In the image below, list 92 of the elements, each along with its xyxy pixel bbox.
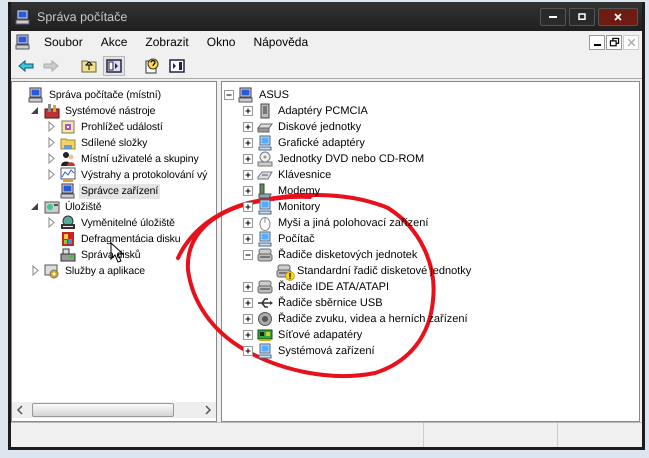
expand-icon[interactable] bbox=[241, 151, 255, 167]
expand-icon[interactable] bbox=[241, 183, 255, 199]
horizontal-scrollbar[interactable] bbox=[12, 402, 216, 418]
mouse-icon bbox=[257, 215, 273, 231]
collapse-icon[interactable] bbox=[241, 247, 255, 263]
tree-item[interactable]: Vyměnitelné úložiště bbox=[79, 216, 177, 230]
tree-item[interactable]: Místní uživatelé a skupiny bbox=[79, 152, 201, 166]
menu-item[interactable]: Soubor bbox=[35, 35, 92, 49]
collapse-icon[interactable] bbox=[222, 87, 236, 103]
back-arrow-icon bbox=[18, 58, 34, 74]
tree-item[interactable]: Správce zařízení bbox=[79, 184, 160, 198]
expand-icon[interactable] bbox=[241, 327, 255, 343]
computer-icon bbox=[28, 87, 44, 103]
expand-icon[interactable] bbox=[241, 103, 255, 119]
close-icon bbox=[624, 36, 638, 48]
expand-icon[interactable] bbox=[241, 279, 255, 295]
app-icon bbox=[15, 8, 31, 24]
tree-item[interactable]: Řadiče IDE ATA/ATAPI bbox=[276, 280, 392, 294]
tree-item[interactable]: Výstrahy a protokolování vý bbox=[79, 168, 210, 182]
computer-icon bbox=[238, 87, 254, 103]
expand-icon[interactable] bbox=[241, 167, 255, 183]
defrag-icon bbox=[60, 231, 76, 247]
minimize-button[interactable] bbox=[540, 8, 566, 26]
monitor-icon bbox=[257, 135, 273, 151]
tree-item[interactable]: Řadiče sběrnice USB bbox=[276, 296, 385, 310]
expand-icon[interactable] bbox=[241, 119, 255, 135]
minimize-icon bbox=[549, 16, 557, 18]
phone-icon bbox=[257, 183, 273, 199]
tree-item[interactable]: Služby a aplikace bbox=[63, 264, 148, 278]
restore-button[interactable] bbox=[606, 34, 622, 50]
close-icon bbox=[612, 10, 624, 22]
tree-item[interactable]: Systémová zařízení bbox=[276, 344, 377, 358]
tree-item[interactable]: ASUS bbox=[257, 88, 291, 102]
window-title: Správa počítače bbox=[37, 10, 128, 24]
tree-item[interactable]: Klávesnice bbox=[276, 168, 334, 182]
expand-icon[interactable] bbox=[241, 135, 255, 151]
speaker-icon bbox=[257, 311, 273, 327]
restore-icon bbox=[608, 36, 620, 48]
tree-item[interactable]: Prohlížeč událostí bbox=[79, 120, 165, 134]
controller-icon bbox=[257, 279, 273, 295]
toolbox-icon bbox=[44, 103, 60, 119]
tree-item[interactable]: Řadiče disketových jednotek bbox=[276, 248, 420, 262]
tree-item[interactable]: Počítač bbox=[276, 232, 317, 246]
users-icon bbox=[60, 151, 76, 167]
disk-icon bbox=[60, 247, 76, 263]
help-icon bbox=[144, 58, 160, 74]
tree-item[interactable]: Diskové jednotky bbox=[276, 120, 364, 134]
folder-up-icon bbox=[81, 58, 97, 74]
expand-icon[interactable] bbox=[241, 199, 255, 215]
tree-item[interactable]: Jednotky DVD nebo CD-ROM bbox=[276, 152, 426, 166]
tree-pane-icon bbox=[106, 58, 122, 74]
controller-icon bbox=[257, 247, 273, 263]
menu-item[interactable]: Okno bbox=[198, 35, 244, 49]
computer-icon bbox=[60, 183, 76, 199]
forward-arrow-icon bbox=[43, 58, 59, 74]
scrollbar-thumb[interactable] bbox=[32, 403, 174, 417]
log-icon bbox=[60, 119, 76, 135]
menu-item[interactable]: Akce bbox=[92, 35, 136, 49]
action-pane-icon bbox=[169, 58, 185, 74]
disc-icon bbox=[257, 151, 273, 167]
tree-item[interactable]: Sdílené složky bbox=[79, 136, 150, 150]
maximize-icon bbox=[576, 10, 588, 22]
close-button[interactable] bbox=[598, 8, 638, 26]
tree-item[interactable]: Modemy bbox=[276, 184, 322, 198]
expand-icon[interactable] bbox=[241, 231, 255, 247]
expand-icon[interactable] bbox=[241, 215, 255, 231]
console-icon bbox=[15, 34, 31, 50]
chart-icon bbox=[60, 167, 76, 183]
storage-icon bbox=[44, 199, 60, 215]
monitor-icon bbox=[257, 343, 273, 359]
tree-item[interactable]: Grafické adaptéry bbox=[276, 136, 367, 150]
menu-item[interactable]: Zobrazit bbox=[136, 35, 198, 49]
minimize-button[interactable] bbox=[589, 34, 605, 50]
monitor-icon bbox=[257, 199, 273, 215]
expand-icon[interactable] bbox=[241, 343, 255, 359]
tree-item[interactable]: Defragmentácia disku bbox=[79, 232, 183, 246]
maximize-button[interactable] bbox=[569, 8, 595, 26]
tree-pane-button[interactable] bbox=[103, 56, 125, 76]
services-icon bbox=[44, 263, 60, 279]
tree-item[interactable]: Úložiště bbox=[63, 200, 104, 214]
menu-item[interactable]: Nápověda bbox=[244, 35, 318, 49]
tree-item[interactable]: Správa počítače (místní) bbox=[47, 88, 163, 102]
minimize-icon bbox=[594, 44, 600, 46]
tree-item[interactable]: Monitory bbox=[276, 200, 322, 214]
tree-item[interactable]: Adaptéry PCMCIA bbox=[276, 104, 370, 118]
drive-icon bbox=[60, 215, 76, 231]
expand-icon[interactable] bbox=[241, 295, 255, 311]
tree-item[interactable]: Síťové adapatéry bbox=[276, 328, 364, 342]
monitor-icon bbox=[257, 231, 273, 247]
tree-item[interactable]: Systémové nástroje bbox=[63, 104, 158, 118]
network-card-icon bbox=[257, 327, 273, 343]
expand-icon[interactable] bbox=[241, 311, 255, 327]
